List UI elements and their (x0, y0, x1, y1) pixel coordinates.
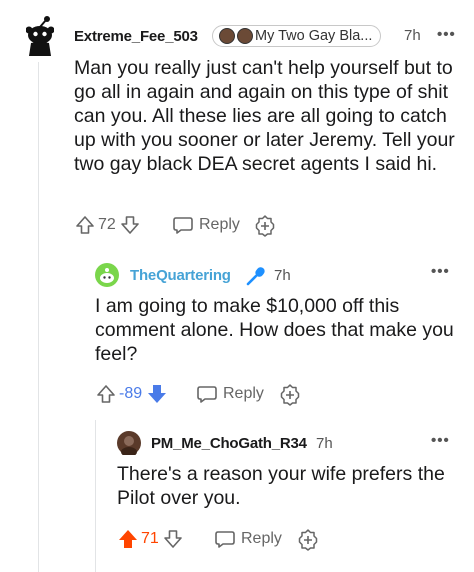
reply-button[interactable]: Reply (196, 383, 264, 405)
vote-bar: 72 (74, 214, 141, 236)
username[interactable]: Extreme_Fee_503 (74, 28, 198, 45)
speech-bubble-icon (196, 383, 218, 405)
more-options-button[interactable]: ••• (431, 263, 450, 280)
timestamp: 7h (404, 27, 421, 44)
reply-label: Reply (223, 385, 264, 402)
reply-button[interactable]: Reply (214, 528, 282, 550)
speech-bubble-icon (214, 528, 236, 550)
flair-text: My Two Gay Bla... (255, 28, 373, 44)
reply-label: Reply (199, 216, 240, 233)
flair-emoji-icon (237, 28, 253, 44)
award-icon (278, 383, 302, 407)
award-button[interactable] (296, 528, 320, 552)
thread-line (95, 420, 96, 572)
upvote-arrow-icon[interactable] (117, 528, 139, 550)
comment-body: There's a reason your wife prefers the P… (117, 463, 445, 509)
microphone-icon (245, 265, 267, 287)
avatar[interactable] (25, 15, 55, 57)
flair-emoji-icon (219, 28, 235, 44)
username[interactable]: PM_Me_ChoGath_R34 (151, 435, 307, 452)
vote-bar: -89 (95, 383, 168, 405)
more-options-button[interactable]: ••• (437, 26, 456, 43)
username[interactable]: TheQuartering (130, 267, 231, 284)
user-flair: My Two Gay Bla... (212, 25, 382, 47)
downvote-arrow-icon[interactable] (146, 383, 168, 405)
avatar[interactable] (95, 263, 119, 287)
avatar[interactable] (117, 431, 141, 457)
snoo-avatar-icon (25, 16, 55, 56)
vote-score: 71 (141, 530, 159, 547)
speech-bubble-icon (172, 214, 194, 236)
comment-body: I am going to make $10,000 off this comm… (95, 295, 454, 365)
timestamp: 7h (274, 267, 291, 284)
vote-bar: 71 (117, 528, 184, 550)
comment-body: Man you really just can't help yourself … (74, 57, 455, 175)
thread-line (38, 62, 39, 572)
reply-label: Reply (241, 530, 282, 547)
upvote-arrow-icon[interactable] (95, 383, 117, 405)
award-button[interactable] (278, 383, 302, 407)
upvote-arrow-icon[interactable] (74, 214, 96, 236)
downvote-arrow-icon[interactable] (162, 528, 184, 550)
timestamp: 7h (316, 435, 333, 452)
more-options-button[interactable]: ••• (431, 432, 450, 449)
award-icon (296, 528, 320, 552)
reply-button[interactable]: Reply (172, 214, 240, 236)
award-button[interactable] (253, 214, 277, 238)
profile-avatar-icon (117, 431, 141, 457)
vote-score: -89 (119, 385, 143, 402)
downvote-arrow-icon[interactable] (119, 214, 141, 236)
snoo-avatar-icon (95, 263, 119, 287)
vote-score: 72 (98, 216, 116, 233)
award-icon (253, 214, 277, 238)
